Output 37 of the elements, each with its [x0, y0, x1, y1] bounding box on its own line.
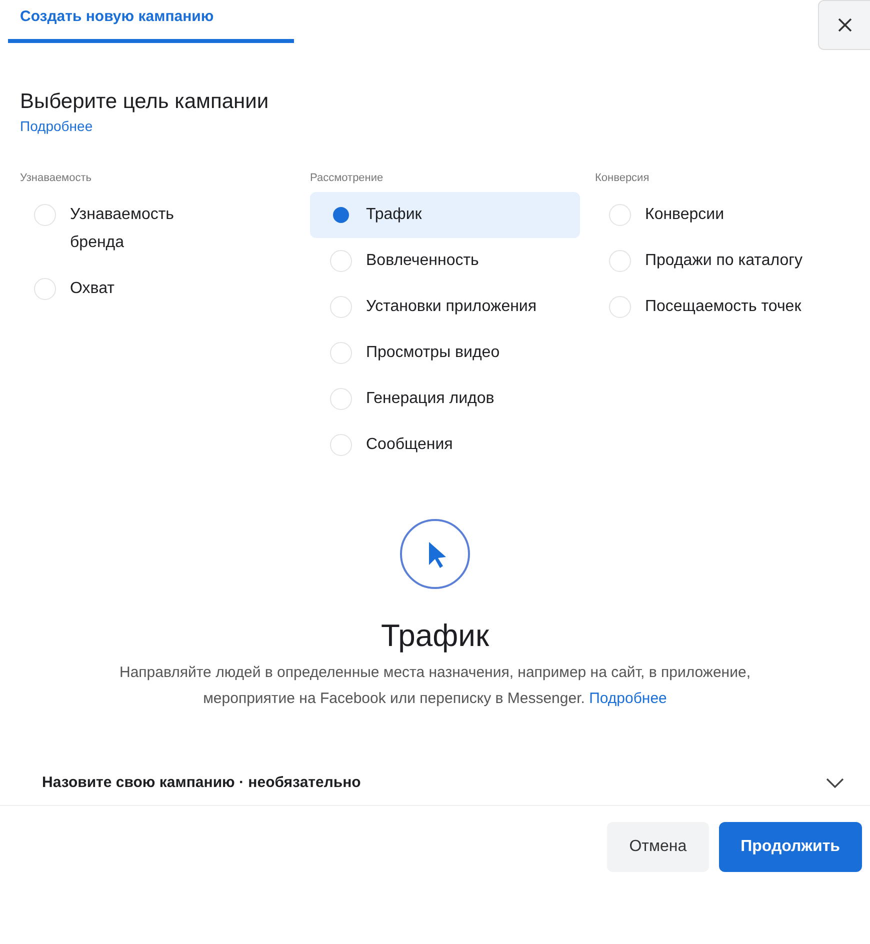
objective-option[interactable]: Генерация лидов [310, 376, 580, 422]
objective-option[interactable]: Продажи по каталогу [595, 238, 820, 284]
category-label: Узнаваемость [20, 172, 92, 184]
radio-button[interactable] [609, 204, 631, 226]
campaign-name-section[interactable]: Назовите свою кампанию · необязательно [0, 762, 870, 806]
learn-more-link[interactable]: Подробнее [20, 118, 93, 134]
radio-button[interactable] [609, 296, 631, 318]
cursor-icon [399, 518, 471, 590]
objective-option[interactable]: Установки приложения [310, 284, 580, 330]
objective-option[interactable]: Охват [20, 266, 230, 312]
category-label: Конверсия [595, 172, 650, 184]
radio-button[interactable] [34, 204, 56, 226]
objective-option[interactable]: Сообщения [310, 422, 580, 468]
heading: Выберите цель кампании [20, 90, 269, 114]
radio-button[interactable] [330, 434, 352, 456]
radio-button[interactable] [609, 250, 631, 272]
radio-button[interactable] [330, 296, 352, 318]
tab[interactable]: Создать новую кампанию [8, 0, 294, 43]
objective-option[interactable]: Вовлеченность [310, 238, 580, 284]
chevron-icon [826, 778, 844, 788]
objective-option[interactable]: Посещаемость точек [595, 284, 820, 330]
radio-button[interactable] [330, 342, 352, 364]
learn-more-link[interactable]: Подробнее [589, 690, 667, 707]
objective-option[interactable]: Конверсии [595, 192, 820, 238]
objective-description: Направляйте людей в определенные места назначения, например на сайт, в приложение, мероприятие на Facebook или переписку в Messenger. Подробнее [118, 663, 752, 709]
radio-button[interactable] [34, 278, 56, 300]
objective-option[interactable]: Узнаваемость бренда [20, 192, 230, 266]
continue-button[interactable]: Продолжить [718, 822, 862, 872]
cancel-button[interactable]: Отмена [607, 822, 709, 872]
category-label: Рассмотрение [310, 172, 384, 184]
radio-button[interactable] [330, 388, 352, 410]
close-button[interactable] [818, 0, 870, 50]
objective-option[interactable]: Просмотры видео [310, 330, 580, 376]
radio-button[interactable] [330, 250, 352, 272]
objective-option[interactable]: Трафик [310, 192, 580, 238]
objective-title: Трафик [380, 618, 490, 654]
close-icon [836, 17, 852, 33]
